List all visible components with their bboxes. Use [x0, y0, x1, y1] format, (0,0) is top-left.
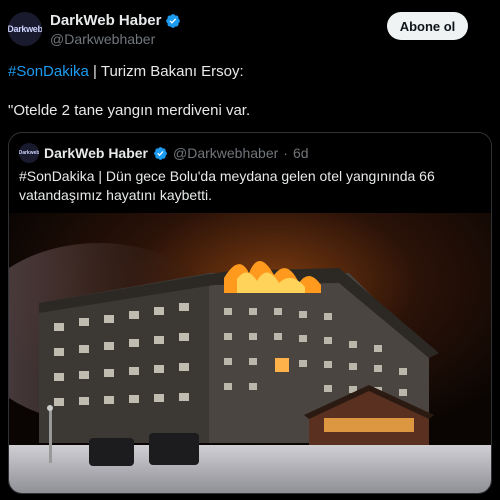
quoted-tweet[interactable]: Darkweb DarkWeb Haber @Darkwebhaber · 6d… — [8, 132, 492, 494]
avatar-logo-text: Darkweb — [8, 24, 42, 34]
quoted-hashtag: #SonDakika — [19, 168, 95, 184]
quoted-timestamp: 6d — [292, 145, 309, 161]
hashtag-link[interactable]: #SonDakika — [8, 63, 89, 80]
verified-badge-icon[interactable] — [165, 13, 181, 29]
separator-dot: · — [283, 145, 288, 161]
author-name[interactable]: DarkWeb Haber — [50, 12, 161, 29]
hotel-fire-photo[interactable] — [9, 213, 491, 493]
tweet-line-1: | Turizm Bakanı Ersoy: — [88, 63, 244, 80]
quoted-tweet-header: Darkweb DarkWeb Haber @Darkwebhaber · 6d — [19, 143, 309, 163]
author-handle[interactable]: @Darkwebhaber — [50, 31, 155, 47]
quoted-avatar-logo-text: Darkweb — [19, 150, 39, 156]
avatar[interactable]: Darkweb — [8, 12, 42, 46]
quoted-tweet-text: #SonDakika | Dün gece Bolu'da meydana ge… — [19, 167, 481, 205]
tweet-text: #SonDakika | Turizm Bakanı Ersoy: "Oteld… — [8, 62, 488, 121]
author-name-line: DarkWeb Haber — [50, 12, 181, 29]
quoted-author-handle: @Darkwebhaber — [173, 145, 279, 161]
follow-button[interactable]: Abone ol — [387, 12, 468, 40]
quoted-avatar: Darkweb — [19, 143, 39, 163]
tweet-line-2: "Otelde 2 tane yangın merdiveni var. — [8, 102, 251, 119]
verified-badge-icon — [153, 146, 168, 161]
quoted-author-name: DarkWeb Haber — [44, 145, 149, 161]
